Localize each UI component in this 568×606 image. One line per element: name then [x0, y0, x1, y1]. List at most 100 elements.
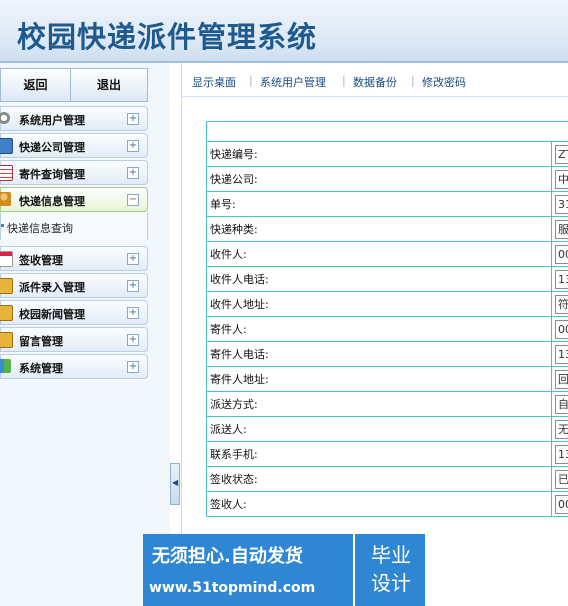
tab-system-users[interactable]: 系统用户管理 — [260, 74, 326, 90]
field-label: 收件人: — [206, 241, 552, 267]
field-value-cell: 服 — [551, 216, 568, 242]
sidebar-item-signing[interactable]: 签收管理 + — [0, 246, 148, 271]
expand-icon[interactable]: + — [127, 361, 139, 373]
lock-icon — [0, 278, 13, 294]
field-value-input[interactable]: 00 — [555, 319, 568, 339]
main-content: 显示桌面 | 系统用户管理 | 数据备份 | 修改密码 快递编号:ZT快递公司:… — [181, 63, 568, 606]
field-value-input[interactable]: ZT — [555, 144, 568, 164]
sidebar-item-label: 签收管理 — [19, 254, 63, 267]
field-value-input[interactable]: 回 — [555, 369, 568, 389]
sidebar-collapse-handle[interactable]: ◀ — [170, 463, 180, 505]
tab-show-desktop[interactable]: 显示桌面 — [192, 74, 236, 90]
field-value-cell: 00 — [551, 241, 568, 267]
expand-icon[interactable]: + — [127, 307, 139, 319]
tab-separator: | — [249, 74, 253, 87]
field-value-input[interactable]: 13 — [555, 269, 568, 289]
sidebar-item-messages[interactable]: 留言管理 + — [0, 327, 148, 352]
watermark-badge-text: 毕业设计 — [371, 543, 411, 595]
gear-icon — [0, 111, 11, 125]
sidebar-item-system-settings[interactable]: 系统管理 + — [0, 354, 148, 379]
expand-icon[interactable]: + — [127, 113, 139, 125]
form-row: 派送人: 无 — [206, 416, 568, 442]
app-title: 校园快递派件管理系统 — [17, 20, 318, 54]
field-value-cell: 31 — [551, 191, 568, 217]
form-header-cell — [206, 121, 568, 142]
expand-icon[interactable]: + — [127, 140, 139, 152]
field-label: 快递编号: — [206, 141, 552, 167]
expand-icon[interactable]: + — [127, 167, 139, 179]
form-row: 收件人:00 — [206, 241, 568, 267]
sidebar-item-label: 寄件查询管理 — [19, 168, 85, 181]
logout-button[interactable]: 退出 — [71, 69, 147, 101]
sidebar-item-label: 系统管理 — [19, 362, 63, 375]
field-label: 寄件人: — [206, 316, 552, 342]
field-value-input[interactable]: 中 — [555, 169, 568, 189]
field-label: 签收人: — [206, 491, 552, 517]
expand-icon[interactable]: + — [127, 334, 139, 346]
field-label: 寄件人电话: — [206, 341, 552, 367]
chart-icon — [0, 359, 11, 373]
field-value-cell: 13 — [551, 266, 568, 292]
monitor-icon — [0, 138, 13, 154]
field-value-input[interactable]: 13 — [555, 344, 568, 364]
sidebar-item-label: 系统用户管理 — [19, 114, 85, 127]
form-row: 单号:31 — [206, 191, 568, 217]
back-button[interactable]: 返回 — [1, 69, 71, 101]
field-label: 签收状态: — [206, 466, 552, 492]
sidebar-item-label: 留言管理 — [19, 335, 63, 348]
field-value-cell: 00 — [551, 316, 568, 342]
field-value-input[interactable]: 13 — [555, 444, 568, 464]
expand-icon[interactable]: + — [127, 280, 139, 292]
field-value-input[interactable]: 自 — [555, 394, 568, 414]
field-value-cell: 中 — [551, 166, 568, 192]
form-row: 联系手机:13 — [206, 441, 568, 467]
field-value-cell: 13 — [551, 441, 568, 467]
sidebar-item-system-users[interactable]: 系统用户管理 + — [0, 106, 148, 131]
watermark-url: www.51topmind.com — [149, 580, 316, 596]
field-label: 派送人: — [206, 416, 552, 442]
sidebar-item-campus-news[interactable]: 校园新闻管理 + — [0, 300, 148, 325]
field-label: 派送方式: — [206, 391, 552, 417]
tab-separator: | — [342, 74, 346, 87]
form-row: 快递种类: 服 — [206, 216, 568, 242]
watermark-line1: 无须担心.自动发货 — [152, 546, 303, 567]
field-value-input[interactable]: 00 — [555, 494, 568, 514]
submenu-express-info-query[interactable]: 快递信息查询 — [0, 213, 148, 240]
sidebar-item-label: 派件录入管理 — [19, 281, 85, 294]
sidebar-item-dispatch-entry[interactable]: 派件录入管理 + — [0, 273, 148, 298]
field-value-input[interactable]: 服 — [555, 219, 568, 239]
sidebar-item-courier-companies[interactable]: 快递公司管理 + — [0, 133, 148, 158]
bullet-icon — [1, 224, 4, 227]
form-row: 派送方式: 自 — [206, 391, 568, 417]
express-info-form: 快递编号:ZT快递公司:中单号:31快递种类:服收件人:00收件人电话:13收件… — [206, 121, 568, 517]
lock-icon — [0, 332, 13, 348]
field-value-cell: 自 — [551, 391, 568, 417]
form-row: 快递编号:ZT — [206, 141, 568, 167]
sidebar-item-express-info[interactable]: 快递信息管理 − — [0, 187, 148, 212]
sidebar-item-shipment-query[interactable]: 寄件查询管理 + — [0, 160, 148, 185]
sidebar-item-label: 校园新闻管理 — [19, 308, 85, 321]
field-value-cell: 00 — [551, 491, 568, 517]
field-value-input[interactable]: 无 — [555, 419, 568, 439]
expand-icon[interactable]: + — [127, 253, 139, 265]
field-label: 单号: — [206, 191, 552, 217]
field-value-cell: 符 — [551, 291, 568, 317]
collapse-icon[interactable]: − — [127, 194, 139, 206]
sidebar-button-bar: 返回 退出 — [0, 68, 148, 102]
field-value-input[interactable]: 00 — [555, 244, 568, 264]
form-header-row — [206, 121, 568, 142]
field-value-input[interactable]: 符 — [555, 294, 568, 314]
field-value-cell: 已 — [551, 466, 568, 492]
sidebar-item-label: 快递公司管理 — [19, 141, 85, 154]
form-row: 收件人电话:13 — [206, 266, 568, 292]
field-value-input[interactable]: 31 — [555, 194, 568, 214]
tab-separator: | — [411, 74, 415, 87]
tab-change-password[interactable]: 修改密码 — [422, 74, 466, 90]
field-value-input[interactable]: 已 — [555, 469, 568, 489]
lock-icon — [0, 305, 13, 321]
tab-data-backup[interactable]: 数据备份 — [353, 74, 397, 90]
form-row: 签收状态: 已 — [206, 466, 568, 492]
field-value-cell: 回 — [551, 366, 568, 392]
table-icon — [0, 165, 13, 181]
sidebar-item-label: 快递信息管理 — [19, 195, 85, 208]
